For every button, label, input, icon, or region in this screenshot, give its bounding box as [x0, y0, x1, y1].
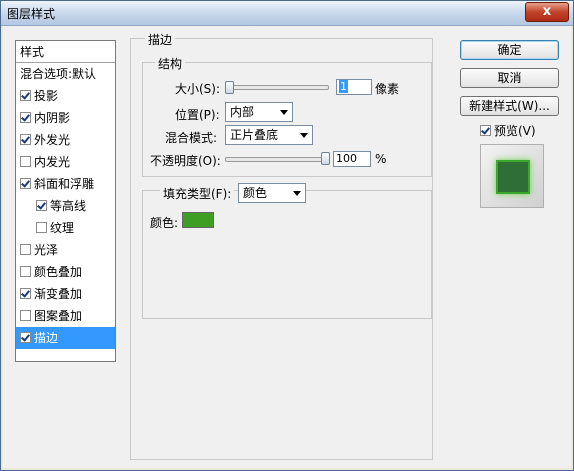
preview-label: 预览(V) — [494, 124, 536, 138]
position-value: 内部 — [230, 105, 255, 119]
opacity-unit: % — [375, 152, 387, 166]
opacity-input[interactable]: 100 — [333, 151, 371, 167]
new-style-button[interactable]: 新建样式(W)... — [460, 96, 559, 116]
style-list-item-label: 光泽 — [34, 243, 59, 257]
style-list-item[interactable]: 外发光 — [16, 129, 115, 151]
style-list-item-label: 内发光 — [34, 155, 71, 169]
cancel-button[interactable]: 取消 — [460, 68, 559, 88]
style-list-item-label: 图案叠加 — [34, 309, 83, 323]
style-list-item-label: 颜色叠加 — [34, 265, 83, 279]
preview-checkbox[interactable]: 预览(V) — [480, 122, 536, 139]
position-label: 位置(P): — [175, 108, 220, 122]
size-unit: 像素 — [375, 82, 400, 96]
layer-style-dialog: 图层样式 x 样式 混合选项:默认投影内阴影外发光内发光斜面和浮雕等高线纹理光泽… — [0, 0, 574, 471]
structure-group-title: 结构 — [155, 55, 186, 72]
opacity-slider-track[interactable] — [225, 157, 329, 162]
checkbox-icon[interactable] — [20, 134, 31, 145]
style-list-item[interactable]: 投影 — [16, 85, 115, 107]
style-list-item[interactable]: 等高线 — [16, 195, 115, 217]
style-list-item[interactable]: 渐变叠加 — [16, 283, 115, 305]
title-bar[interactable]: 图层样式 x — [1, 1, 573, 26]
fill-type-select[interactable]: 颜色 — [238, 183, 306, 203]
style-list-item-label: 等高线 — [50, 199, 87, 213]
checkbox-icon[interactable] — [20, 112, 31, 123]
stroke-group-title: 描边 — [145, 31, 176, 48]
style-list-item-label: 投影 — [34, 89, 59, 103]
color-swatch[interactable] — [182, 212, 214, 228]
checkbox-icon[interactable] — [20, 332, 31, 343]
checkbox-icon[interactable] — [36, 200, 47, 211]
chevron-down-icon — [300, 133, 308, 138]
size-input[interactable]: 1 — [336, 79, 372, 95]
style-list: 样式 混合选项:默认投影内阴影外发光内发光斜面和浮雕等高线纹理光泽颜色叠加渐变叠… — [15, 40, 116, 362]
checkbox-icon[interactable] — [20, 266, 31, 277]
opacity-slider-thumb[interactable] — [321, 152, 330, 165]
ok-button[interactable]: 确定 — [460, 40, 559, 60]
fill-group — [142, 190, 432, 319]
style-list-item[interactable]: 纹理 — [16, 217, 115, 239]
window-title: 图层样式 — [7, 7, 56, 21]
style-list-item-label: 外发光 — [34, 133, 71, 147]
checkbox-icon[interactable] — [20, 310, 31, 321]
style-list-item[interactable]: 内阴影 — [16, 107, 115, 129]
style-preview — [480, 144, 544, 208]
chevron-down-icon — [293, 191, 301, 196]
style-list-item-label: 斜面和浮雕 — [34, 177, 95, 191]
position-select[interactable]: 内部 — [225, 102, 293, 122]
blend-mode-label: 混合模式: — [165, 131, 218, 145]
blend-mode-value: 正片叠底 — [230, 128, 279, 142]
size-value: 1 — [339, 80, 348, 93]
style-list-item[interactable]: 颜色叠加 — [16, 261, 115, 283]
style-list-item-label: 纹理 — [50, 221, 75, 235]
style-list-header[interactable]: 样式 — [16, 41, 115, 63]
size-slider-track[interactable] — [225, 85, 329, 90]
style-list-item-label: 内阴影 — [34, 111, 71, 125]
checkbox-icon[interactable] — [20, 90, 31, 101]
dialog-body: 样式 混合选项:默认投影内阴影外发光内发光斜面和浮雕等高线纹理光泽颜色叠加渐变叠… — [3, 26, 571, 468]
style-list-item-label: 描边 — [34, 331, 59, 345]
close-button[interactable]: x — [525, 2, 569, 22]
fill-type-value: 颜色 — [243, 186, 268, 200]
style-list-item-label: 渐变叠加 — [34, 287, 83, 301]
style-list-item[interactable]: 光泽 — [16, 239, 115, 261]
color-label: 颜色: — [150, 216, 179, 230]
checkbox-icon[interactable] — [20, 178, 31, 189]
checkbox-icon[interactable] — [480, 125, 491, 136]
checkbox-icon[interactable] — [20, 288, 31, 299]
style-list-item[interactable]: 混合选项:默认 — [16, 63, 115, 85]
style-list-item[interactable]: 内发光 — [16, 151, 115, 173]
size-slider-thumb[interactable] — [225, 81, 234, 94]
preview-square — [496, 160, 530, 194]
style-list-item-label: 混合选项:默认 — [20, 67, 97, 81]
checkbox-icon[interactable] — [20, 244, 31, 255]
opacity-value: 100 — [336, 152, 357, 165]
style-list-item[interactable]: 描边 — [16, 327, 115, 349]
style-list-item[interactable]: 斜面和浮雕 — [16, 173, 115, 195]
checkbox-icon[interactable] — [20, 156, 31, 167]
opacity-label: 不透明度(O): — [150, 154, 221, 168]
chevron-down-icon — [280, 110, 288, 115]
checkbox-icon[interactable] — [36, 222, 47, 233]
blend-mode-select[interactable]: 正片叠底 — [225, 125, 313, 145]
style-list-item[interactable]: 图案叠加 — [16, 305, 115, 327]
size-label: 大小(S): — [175, 82, 221, 96]
fill-type-label: 填充类型(F): — [160, 185, 235, 202]
